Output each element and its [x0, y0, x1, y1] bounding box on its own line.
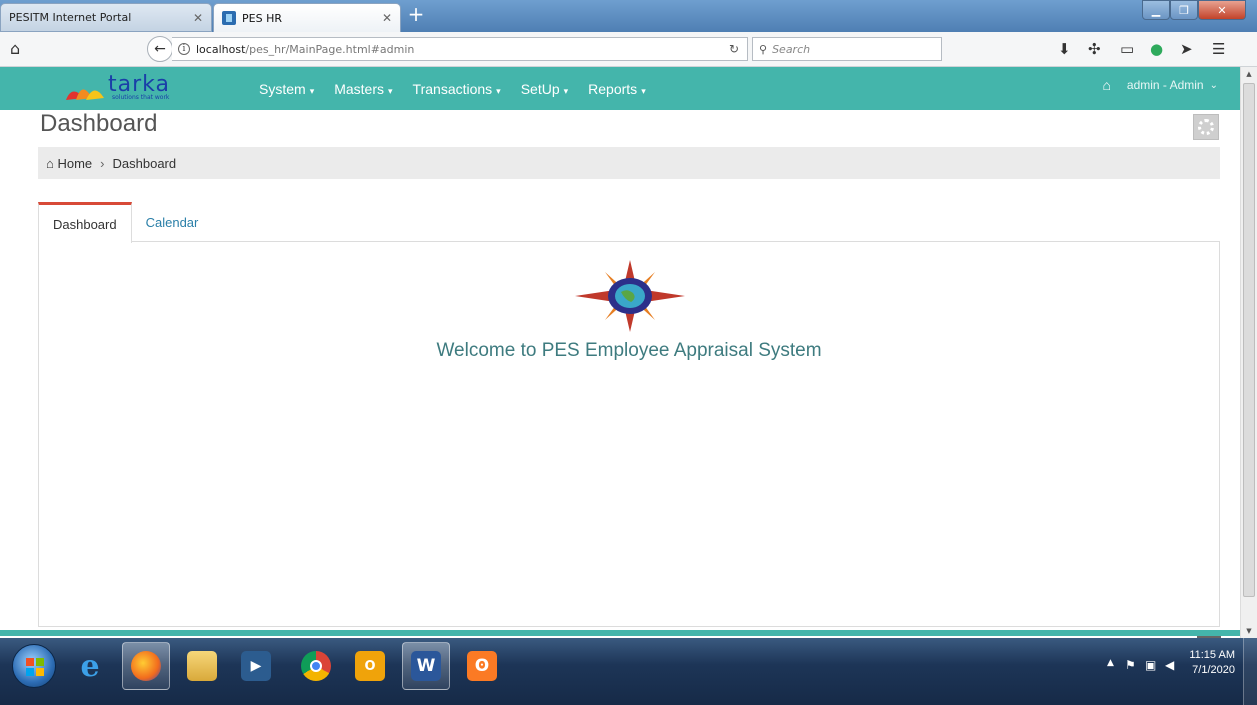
action-center-flag-icon[interactable]: ⚑ [1125, 658, 1136, 672]
main-menu: System ▾ Masters ▾ Transactions ▾ SetUp ▾ Re… [259, 67, 666, 110]
chrome-icon [301, 651, 331, 681]
url-bar[interactable]: i localhost/pes_hr/MainPage.html#admin ↻ [172, 37, 748, 61]
menu-masters[interactable]: Masters ▾ [334, 81, 392, 97]
house-icon[interactable]: ⌂ [1102, 77, 1110, 93]
volume-icon[interactable]: ◀ [1165, 658, 1174, 672]
user-menu[interactable]: ⌂ admin - Admin ⌄ [1102, 77, 1218, 93]
search-placeholder: Search [772, 42, 811, 56]
media-player-taskbar-button[interactable]: ▶ [232, 642, 280, 690]
new-tab-button[interactable]: + [405, 4, 427, 26]
settings-gear-icon[interactable] [1193, 114, 1219, 140]
scroll-down-icon[interactable]: ▼ [1241, 624, 1257, 638]
url-path: /pes_hr/MainPage.html#admin [245, 42, 415, 56]
breadcrumb-separator-icon: › [100, 155, 105, 171]
windows-start-button[interactable] [12, 644, 56, 688]
browser-tab-strip: PESITM Internet Portal ✕ PES HR ✕ + ▁ ❐ … [0, 0, 1257, 32]
send-icon[interactable]: ➤ [1180, 40, 1193, 58]
breadcrumb-current: Dashboard [112, 155, 177, 171]
url-host: localhost [196, 42, 246, 56]
tab-calendar[interactable]: Calendar [132, 202, 213, 242]
search-input[interactable]: ⚲ Search [752, 37, 942, 61]
app-footer [0, 630, 1240, 636]
browser-tab-title: PES HR [242, 11, 282, 25]
firefox-taskbar-button[interactable] [122, 642, 170, 690]
logo-tagline: solutions that work [112, 94, 170, 101]
xampp-taskbar-button[interactable]: ʘ [458, 642, 506, 690]
close-icon[interactable]: ✕ [382, 11, 392, 25]
back-button[interactable]: ← [147, 36, 173, 62]
menu-system[interactable]: System ▾ [259, 81, 314, 97]
chrome-taskbar-button[interactable] [292, 642, 340, 690]
windows-logo-icon [26, 658, 44, 676]
home-icon[interactable]: ⌂ [10, 39, 20, 58]
network-icon[interactable]: ▣ [1145, 658, 1156, 672]
folder-icon [187, 651, 217, 681]
sidebar-icon[interactable]: ▭ [1120, 40, 1134, 58]
maximize-button[interactable]: ❐ [1170, 0, 1198, 20]
minimize-button[interactable]: ▁ [1142, 0, 1170, 20]
logo-flame-icon [66, 89, 104, 100]
internet-explorer-taskbar-button[interactable]: e [66, 642, 114, 690]
outlook-icon: O [355, 651, 385, 681]
app-header: tarka solutions that work System ▾ Master… [0, 67, 1240, 110]
show-desktop-button[interactable] [1243, 638, 1257, 705]
info-icon[interactable]: i [178, 43, 190, 55]
chevron-down-icon: ⌄ [1209, 79, 1218, 91]
pes-emblem-icon [575, 260, 685, 332]
home-icon: ⌂ [46, 155, 54, 171]
tarka-logo[interactable]: tarka solutions that work [62, 72, 197, 104]
firefox-icon [131, 651, 161, 681]
clock-date: 7/1/2020 [1192, 664, 1235, 676]
download-icon[interactable]: ⬇ [1058, 40, 1071, 58]
extension-icon[interactable]: ✣ [1088, 40, 1101, 58]
outlook-taskbar-button[interactable]: O [346, 642, 394, 690]
windows-taskbar: e ▶ O W ʘ ▲ ⚑ ▣ ◀ 11:15 AM 7/1/2020 [0, 638, 1257, 705]
file-explorer-taskbar-button[interactable] [178, 642, 226, 690]
internet-explorer-icon: e [80, 648, 100, 684]
dashboard-panel: Welcome to PES Employee Appraisal System [38, 241, 1220, 627]
browser-tab-pesitm[interactable]: PESITM Internet Portal ✕ [0, 3, 212, 32]
browser-tab-title: PESITM Internet Portal [9, 11, 132, 24]
menu-setup[interactable]: SetUp ▾ [521, 81, 568, 97]
scroll-up-icon[interactable]: ▲ [1241, 67, 1257, 81]
xampp-icon: ʘ [467, 651, 497, 681]
scroll-thumb[interactable] [1243, 83, 1255, 597]
grammarly-icon[interactable]: ● [1150, 40, 1163, 58]
close-icon[interactable]: ✕ [193, 11, 203, 25]
breadcrumb: ⌂ Home › Dashboard [38, 147, 1220, 179]
page-title: Dashboard [40, 110, 158, 137]
page-scrollbar[interactable]: ▲ ▼ [1240, 67, 1257, 638]
page-tabs: Dashboard Calendar [38, 202, 213, 243]
breadcrumb-home[interactable]: ⌂ Home [46, 156, 92, 171]
browser-tab-pes-hr[interactable]: PES HR ✕ [213, 3, 401, 32]
menu-reports[interactable]: Reports ▾ [588, 81, 646, 97]
system-tray: ▲ ⚑ ▣ ◀ 11:15 AM 7/1/2020 [1097, 638, 1257, 705]
word-taskbar-button[interactable]: W [402, 642, 450, 690]
welcome-message: Welcome to PES Employee Appraisal System [436, 340, 822, 361]
window-close-button[interactable]: ✕ [1198, 0, 1246, 20]
user-label: admin - Admin [1126, 78, 1204, 92]
menu-transactions[interactable]: Transactions ▾ [413, 81, 501, 97]
word-icon: W [411, 651, 441, 681]
browser-nav-bar: ⌂ ← i localhost/pes_hr/MainPage.html#adm… [0, 32, 1257, 67]
search-icon: ⚲ [759, 42, 768, 56]
menu-icon[interactable]: ☰ [1212, 40, 1225, 58]
tab-dashboard[interactable]: Dashboard [38, 202, 132, 243]
reload-icon[interactable]: ↻ [729, 42, 739, 56]
taskbar-clock[interactable]: 11:15 AM 7/1/2020 [1189, 648, 1235, 678]
clock-time: 11:15 AM [1189, 649, 1235, 661]
play-icon: ▶ [241, 651, 271, 681]
show-hidden-icons-icon[interactable]: ▲ [1107, 658, 1114, 668]
pes-hr-favicon-icon [222, 11, 236, 25]
